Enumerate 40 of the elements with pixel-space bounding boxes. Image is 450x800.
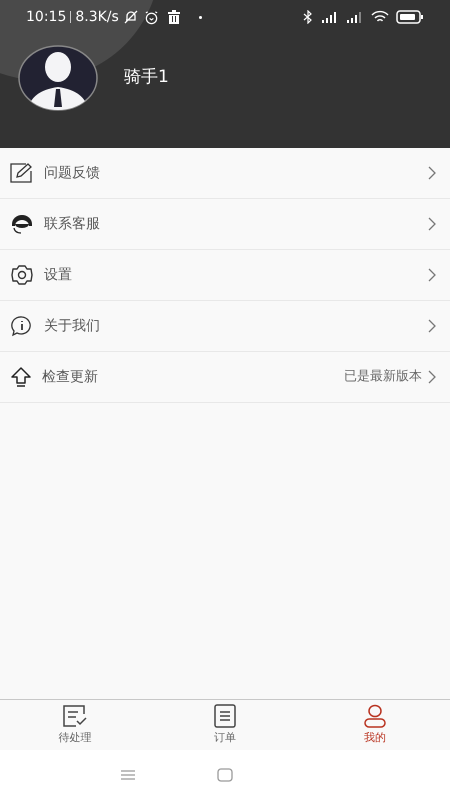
notification-off-icon — [122, 9, 139, 25]
menu-item[interactable]: 联系客服 — [0, 199, 450, 250]
menu-icon[interactable] — [121, 770, 135, 780]
menu-label: 设置 — [44, 266, 72, 284]
settings-icon — [10, 264, 34, 286]
menu-label: 关于我们 — [44, 316, 100, 336]
version-status: 已是最新版本 — [344, 368, 422, 386]
menu-item[interactable]: 检查更新 已是最新版本 — [0, 352, 450, 403]
wifi-icon — [371, 10, 389, 24]
status-time: 10:15 — [26, 8, 66, 26]
chevron-right-icon — [428, 319, 436, 333]
menu-item[interactable]: 设置 — [0, 250, 450, 301]
chevron-right-icon — [428, 268, 436, 282]
task-list-icon — [62, 704, 88, 728]
document-icon — [213, 704, 237, 728]
home-button-icon[interactable] — [217, 768, 233, 782]
alarm-icon — [144, 10, 159, 24]
avatar-icon — [18, 45, 98, 111]
chevron-right-icon — [428, 166, 436, 180]
chevron-right-icon — [428, 370, 436, 384]
edit-icon — [10, 163, 34, 183]
chevron-right-icon — [428, 217, 436, 231]
menu-item[interactable]: 关于我们 — [0, 301, 450, 352]
signal-icon — [346, 11, 364, 23]
menu-label: 联系客服 — [44, 214, 100, 234]
battery-icon — [396, 10, 424, 24]
menu-label: 问题反馈 — [44, 164, 100, 182]
nav-tab[interactable]: 待处理 — [0, 700, 150, 750]
info-icon — [10, 315, 34, 337]
user-icon — [363, 704, 387, 728]
nav-tab[interactable]: 订单 — [150, 700, 300, 750]
nav-tab[interactable]: 我的 — [300, 700, 450, 750]
upload-icon — [10, 366, 32, 388]
trash-icon — [166, 10, 181, 24]
network-speed: 8.3K/s — [75, 8, 119, 26]
user-name: 骑手1 — [124, 66, 169, 90]
signal-icon — [321, 11, 339, 23]
bluetooth-icon — [302, 10, 314, 24]
menu-label: 检查更新 — [42, 368, 98, 386]
menu-item[interactable]: 问题反馈 — [0, 148, 450, 199]
